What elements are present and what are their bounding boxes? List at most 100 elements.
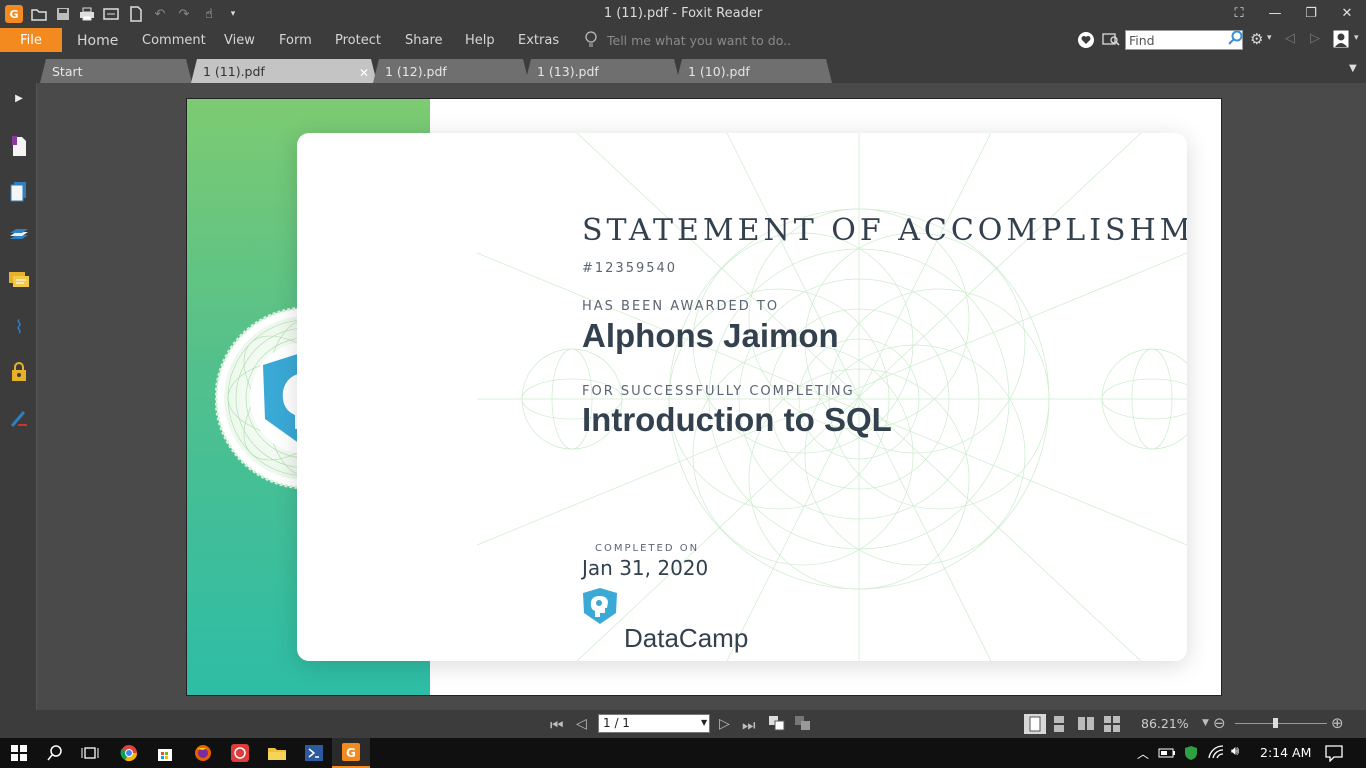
menu-help[interactable]: Help — [465, 33, 495, 48]
first-page-icon[interactable]: ⏮ — [550, 716, 564, 734]
tabs-chevron-down-icon[interactable]: ▼ — [1349, 63, 1357, 74]
comments-icon[interactable] — [8, 270, 30, 292]
open-folder-icon[interactable] — [30, 5, 48, 23]
screenshot-icon[interactable] — [102, 5, 120, 23]
restore-button[interactable]: ❐ — [1296, 2, 1326, 24]
foxit-logo-icon[interactable]: G — [5, 5, 23, 23]
signature-pen-icon[interactable] — [8, 408, 30, 430]
certificate-id: #12359540 — [582, 261, 678, 276]
account-chevron-down-icon[interactable]: ▾ — [1354, 33, 1359, 43]
hand-tool-icon[interactable]: ☝ — [200, 5, 218, 23]
previous-view-icon[interactable] — [768, 715, 786, 735]
save-icon[interactable] — [54, 5, 72, 23]
zoom-level[interactable]: 86.21% — [1141, 716, 1189, 731]
battery-icon[interactable] — [1158, 746, 1176, 764]
volume-icon[interactable]: 🔊︎ — [1231, 744, 1239, 759]
next-view-icon[interactable] — [794, 715, 812, 735]
svg-text:G: G — [346, 746, 356, 760]
pdf-page: STATEMENT OF ACCOMPLISHMENT #12359540 HA… — [186, 98, 1222, 696]
gear-icon[interactable]: ⚙ — [1250, 30, 1263, 48]
page-dropdown-chevron-icon[interactable]: ▼ — [701, 718, 707, 727]
firefox-icon[interactable] — [184, 738, 222, 768]
attachments-paperclip-icon[interactable]: ⌇ — [8, 316, 30, 338]
menu-share[interactable]: Share — [405, 33, 443, 48]
windows-taskbar: G ︿ 🔊︎ 2:14 AM — [0, 738, 1366, 768]
new-document-icon[interactable] — [127, 5, 145, 23]
completed-date: Jan 31, 2020 — [582, 556, 709, 580]
last-page-icon[interactable]: ⏭ — [742, 716, 756, 734]
print-icon[interactable] — [78, 5, 96, 23]
close-button[interactable]: ✕ — [1332, 2, 1362, 24]
tab-1-11-pdf[interactable]: 1 (11).pdf — [191, 59, 377, 83]
undo-icon[interactable]: ↶ — [151, 5, 169, 23]
menu-home[interactable]: Home — [77, 33, 118, 49]
certificate-title: STATEMENT OF ACCOMPLISHMENT — [582, 213, 1187, 248]
windows-start-icon[interactable] — [0, 738, 38, 768]
foxit-reader-taskbar-icon[interactable]: G — [332, 738, 370, 768]
single-page-view-icon[interactable] — [1024, 714, 1046, 734]
recipient-name: Alphons Jaimon — [582, 317, 839, 354]
tab-start[interactable]: Start — [40, 59, 192, 83]
user-account-icon[interactable] — [1333, 30, 1349, 52]
next-view-icon[interactable]: ▷ — [1310, 31, 1320, 46]
file-menu-button[interactable]: File — [0, 28, 62, 52]
tab-1-10-pdf[interactable]: 1 (10).pdf — [676, 59, 832, 83]
chrome-icon[interactable] — [110, 738, 148, 768]
microsoft-store-icon[interactable] — [146, 738, 184, 768]
facing-view-icon[interactable] — [1077, 715, 1095, 737]
taskbar-clock[interactable]: 2:14 AM — [1260, 745, 1311, 760]
zoom-slider-handle[interactable] — [1273, 718, 1278, 728]
menu-comment[interactable]: Comment — [142, 33, 206, 48]
heart-icon[interactable] — [1077, 31, 1095, 53]
tell-me-search[interactable]: Tell me what you want to do.. — [607, 33, 791, 48]
minimize-button[interactable]: — — [1260, 2, 1290, 24]
windows-defender-icon[interactable] — [1184, 745, 1198, 765]
settings-chevron-down-icon[interactable]: ▾ — [1267, 33, 1272, 43]
pages-thumbnail-icon[interactable] — [8, 181, 30, 203]
previous-view-icon[interactable]: ◁ — [1285, 31, 1295, 46]
next-page-icon[interactable]: ▷ — [719, 716, 730, 732]
powershell-icon[interactable] — [295, 738, 333, 768]
datacamp-logo-icon — [583, 588, 617, 624]
completed-on-label: COMPLETED ON — [595, 543, 700, 554]
previous-page-icon[interactable]: ◁ — [576, 716, 587, 732]
zoom-slider-track[interactable] — [1235, 723, 1327, 724]
zoom-out-icon[interactable]: ⊖ — [1213, 714, 1226, 732]
completing-label: FOR SUCCESSFULLY COMPLETING — [582, 384, 855, 399]
search-folder-icon[interactable] — [1102, 31, 1120, 51]
continuous-view-icon[interactable] — [1051, 715, 1067, 737]
show-hidden-icons-chevron-up-icon[interactable]: ︿ — [1137, 745, 1149, 762]
menu-extras[interactable]: Extras — [518, 33, 559, 48]
status-bar: ⏮ ◁ 1 / 1 ▼ ▷ ⏭ 86.21% ▼ ⊖ ⊕ — [0, 710, 1366, 738]
customize-toolbar-chevron-icon[interactable]: ▾ — [224, 5, 242, 23]
menu-form[interactable]: Form — [279, 33, 312, 48]
search-icon[interactable] — [36, 738, 74, 768]
security-lock-icon[interactable] — [8, 361, 30, 383]
page-number-input[interactable]: 1 / 1 — [598, 714, 710, 733]
tab-1-13-pdf[interactable]: 1 (13).pdf — [525, 59, 680, 83]
task-view-icon[interactable] — [71, 738, 109, 768]
search-icon[interactable] — [1228, 30, 1244, 50]
continuous-facing-view-icon[interactable] — [1103, 715, 1121, 737]
bookmarks-icon[interactable] — [8, 135, 30, 157]
course-name: Introduction to SQL — [582, 401, 892, 438]
tab-1-12-pdf[interactable]: 1 (12).pdf — [373, 59, 529, 83]
menu-view[interactable]: View — [224, 33, 255, 48]
datacamp-brand-text: DataCamp — [624, 623, 749, 653]
navigation-panel: ▶ ⌇ — [0, 83, 39, 710]
zoom-dropdown-chevron-icon[interactable]: ▼ — [1202, 718, 1209, 728]
action-center-icon[interactable] — [1325, 744, 1343, 766]
layers-icon[interactable] — [8, 225, 30, 247]
file-explorer-icon[interactable] — [258, 738, 296, 768]
wifi-icon[interactable] — [1207, 744, 1225, 764]
whatsapp-icon[interactable] — [221, 738, 259, 768]
fullscreen-icon[interactable]: ⛶ — [1224, 2, 1254, 24]
zoom-in-icon[interactable]: ⊕ — [1331, 714, 1344, 732]
menu-protect[interactable]: Protect — [335, 33, 381, 48]
title-bar: G ↶ ↷ ☝ ▾ 1 (11).pdf - Foxit Reader ⛶ — … — [0, 0, 1366, 27]
find-input[interactable]: Find — [1125, 30, 1243, 50]
close-tab-icon[interactable]: ✕ — [359, 66, 369, 80]
expand-panel-arrow-icon[interactable]: ▶ — [8, 87, 30, 109]
redo-icon[interactable]: ↷ — [175, 5, 193, 23]
certificate-card: STATEMENT OF ACCOMPLISHMENT #12359540 HA… — [297, 133, 1187, 661]
